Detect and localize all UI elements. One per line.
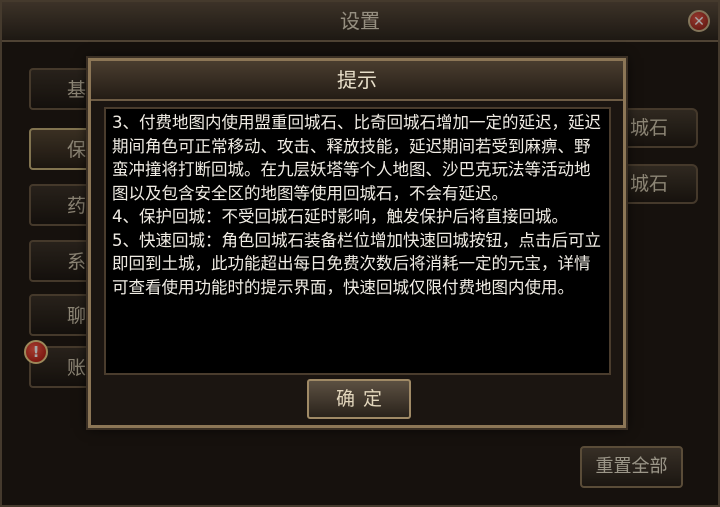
dialog-text-area: 3、付费地图内使用盟重回城石、比奇回城石增加一定的延迟，延迟期间角色可正常移动、… [104,107,611,375]
dialog-title: 提示 [91,61,623,101]
dialog-paragraph-5: 5、快速回城：角色回城石装备栏位增加快速回城按钮，点击后可立即回到土城，此功能超… [112,230,601,297]
dialog-paragraph-3: 3、付费地图内使用盟重回城石、比奇回城石增加一定的延迟，延迟期间角色可正常移动、… [112,113,601,203]
confirm-button[interactable]: 确定 [307,379,411,419]
dialog-paragraph-4: 4、保护回城：不受回城石延时影响，触发保护后将直接回城。 [112,207,568,226]
tip-dialog: 提示 3、付费地图内使用盟重回城石、比奇回城石增加一定的延迟，延迟期间角色可正常… [88,58,626,428]
